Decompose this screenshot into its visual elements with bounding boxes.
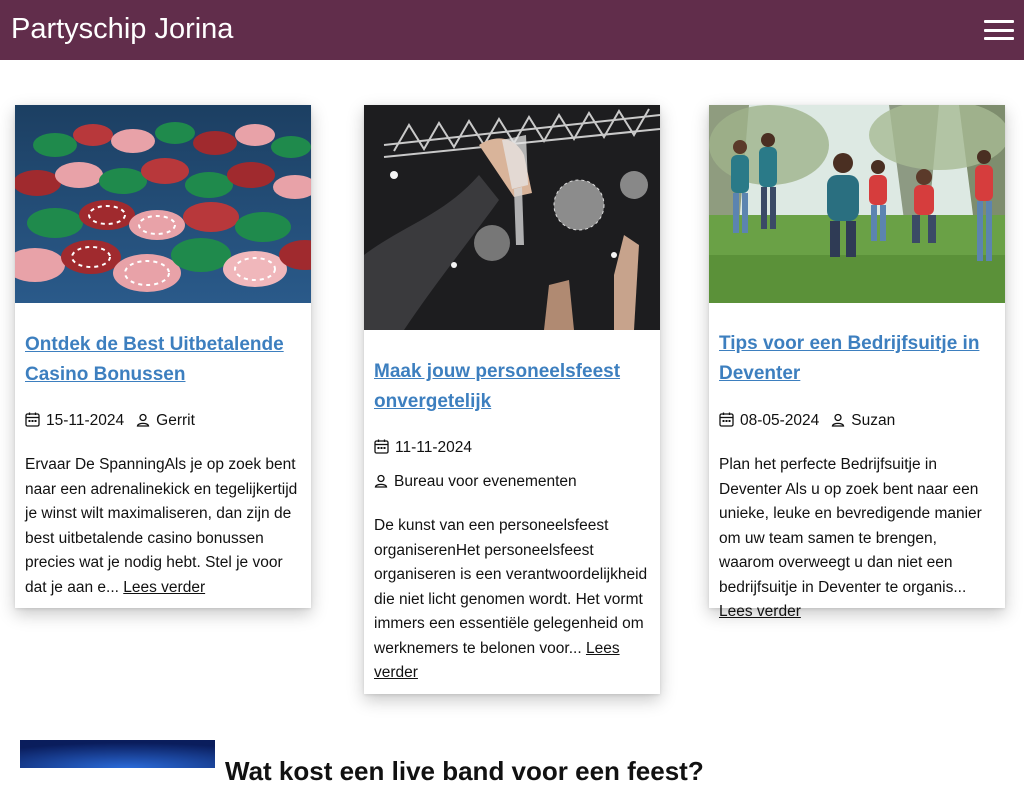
post-title-link[interactable]: Ontdek de Best Uitbetalende Casino Bonus…: [25, 334, 284, 385]
post-card: Tips voor een Bedrijfsuitje in Deventer …: [709, 105, 1005, 620]
post-author: Bureau voor evenementen: [394, 473, 577, 490]
read-more-link[interactable]: Lees verder: [123, 579, 205, 596]
post-title-link[interactable]: Tips voor een Bedrijfsuitje in Deventer: [719, 333, 979, 384]
post-title-link[interactable]: Maak jouw personeelsfeest onvergetelijk: [374, 361, 620, 412]
post-excerpt: Plan het perfecte Bedrijfsuitje in Deven…: [719, 453, 995, 625]
post-excerpt-text: Plan het perfecte Bedrijfsuitje in Deven…: [719, 456, 982, 596]
next-post-title[interactable]: Wat kost een live band voor een feest?: [225, 756, 704, 786]
post-date: 08-05-2024: [740, 412, 820, 429]
hamburger-menu-icon[interactable]: [984, 20, 1014, 40]
calendar-icon: [25, 412, 40, 427]
post-author: Suzan: [851, 412, 896, 429]
post-card: Ontdek de Best Uitbetalende Casino Bonus…: [15, 105, 311, 608]
post-excerpt-text: De kunst van een personeelsfeest organis…: [374, 517, 648, 657]
post-author: Gerrit: [156, 412, 195, 429]
post-excerpt: De kunst van een personeelsfeest organis…: [374, 514, 650, 686]
post-meta-date: 11-11-2024: [374, 438, 472, 458]
post-excerpt: Ervaar De SpanningAls je op zoek bent na…: [25, 453, 301, 600]
post-image-party[interactable]: [364, 105, 660, 330]
calendar-icon: [374, 439, 389, 454]
post-meta-author: Bureau voor evenementen: [374, 472, 577, 492]
post-date: 15-11-2024: [46, 412, 125, 429]
post-image-team-outdoor[interactable]: [709, 105, 1005, 303]
site-title[interactable]: Partyschip Jorina: [11, 12, 233, 46]
post-image-casino-chips[interactable]: [15, 105, 311, 303]
post-card: Maak jouw personeelsfeest onvergetelijk …: [364, 105, 660, 694]
person-icon: [832, 413, 845, 427]
post-date: 11-11-2024: [395, 439, 472, 456]
read-more-link[interactable]: Lees verder: [719, 603, 801, 620]
post-excerpt-text: Ervaar De SpanningAls je op zoek bent na…: [25, 456, 298, 596]
post-meta: 15-11-2024 Gerrit: [25, 411, 195, 431]
calendar-icon: [719, 412, 734, 427]
person-icon: [374, 474, 388, 488]
person-icon: [136, 413, 150, 427]
post-meta: 08-05-2024 Suzan: [719, 411, 895, 431]
post-image-blue-stage[interactable]: [20, 740, 215, 768]
site-header: Partyschip Jorina: [0, 0, 1024, 60]
